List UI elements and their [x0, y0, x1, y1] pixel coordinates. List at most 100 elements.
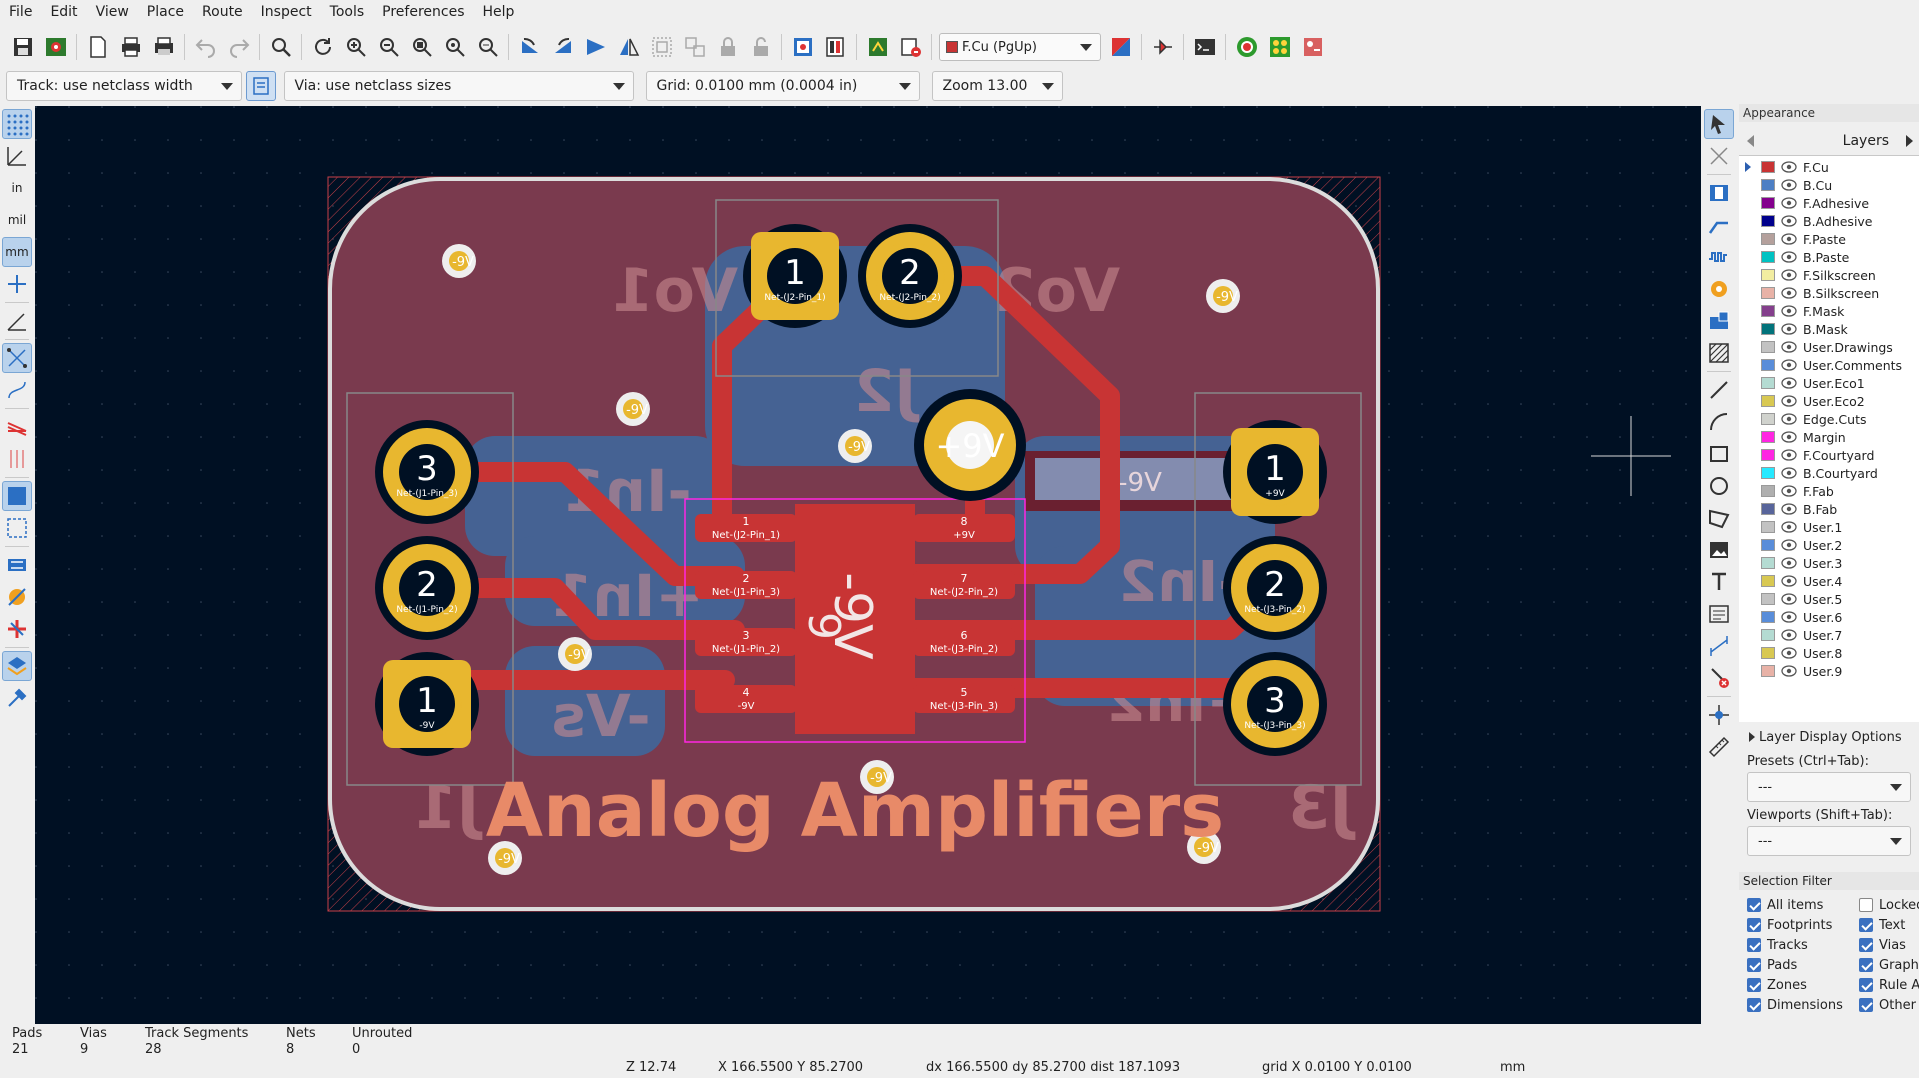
net-color-icon[interactable]: [2, 412, 32, 442]
filter-vias[interactable]: Vias: [1859, 936, 1919, 954]
layer-color-swatch[interactable]: [1761, 359, 1775, 371]
filter-pads[interactable]: Pads: [1747, 956, 1859, 974]
properties-icon[interactable]: [2, 683, 32, 713]
add-footprint-icon[interactable]: [1704, 178, 1734, 208]
menu-preferences[interactable]: Preferences: [373, 4, 473, 20]
route-track-icon[interactable]: [1704, 210, 1734, 240]
menu-tools[interactable]: Tools: [321, 4, 374, 20]
eye-icon[interactable]: [1781, 665, 1797, 677]
layer-color-swatch[interactable]: [1761, 593, 1775, 605]
flip-icon[interactable]: [581, 32, 611, 62]
redo-icon[interactable]: [224, 32, 254, 62]
polar-coords-icon[interactable]: [2, 141, 32, 171]
layer-row[interactable]: Edge.Cuts: [1739, 410, 1919, 428]
layer-row[interactable]: B.Cu: [1739, 176, 1919, 194]
eye-icon[interactable]: [1781, 503, 1797, 515]
eye-icon[interactable]: [1781, 251, 1797, 263]
layer-row[interactable]: User.3: [1739, 554, 1919, 572]
tab-layers[interactable]: Layers: [1843, 133, 1889, 149]
eye-icon[interactable]: [1781, 629, 1797, 641]
schematic-icon[interactable]: [1148, 32, 1178, 62]
filter-graphic[interactable]: Graphic: [1859, 956, 1919, 974]
zoom-fit-icon[interactable]: [407, 32, 437, 62]
eye-icon[interactable]: [1781, 341, 1797, 353]
layer-row[interactable]: User.Comments: [1739, 356, 1919, 374]
save-icon[interactable]: [8, 32, 38, 62]
tune-length-icon[interactable]: [1704, 242, 1734, 272]
lock-icon[interactable]: [713, 32, 743, 62]
eye-icon[interactable]: [1781, 449, 1797, 461]
checkbox[interactable]: [1859, 998, 1873, 1012]
eye-icon[interactable]: [1781, 521, 1797, 533]
checkbox[interactable]: [1747, 938, 1761, 952]
layer-color-swatch[interactable]: [1761, 215, 1775, 227]
footprint-checker-icon[interactable]: [1265, 32, 1295, 62]
layer-row[interactable]: F.Cu: [1739, 158, 1919, 176]
filter-text[interactable]: Text: [1859, 916, 1919, 934]
draw-line-icon[interactable]: [1704, 375, 1734, 405]
layer-row[interactable]: F.Mask: [1739, 302, 1919, 320]
layer-color-swatch[interactable]: [1761, 161, 1775, 173]
filter-other-it[interactable]: Other it: [1859, 996, 1919, 1014]
eye-icon[interactable]: [1781, 413, 1797, 425]
auto-track-width-icon[interactable]: [246, 71, 276, 101]
layer-row[interactable]: User.5: [1739, 590, 1919, 608]
filter-tracks[interactable]: Tracks: [1747, 936, 1859, 954]
layer-color-swatch[interactable]: [1761, 539, 1775, 551]
set-origin-icon[interactable]: [1704, 700, 1734, 730]
eye-icon[interactable]: [1781, 161, 1797, 173]
rotate-ccw-icon[interactable]: [515, 32, 545, 62]
track-width-select[interactable]: Track: use netclass width: [6, 71, 242, 101]
layer-selector[interactable]: F.Cu (PgUp): [939, 33, 1101, 61]
eye-icon[interactable]: [1781, 359, 1797, 371]
menu-file[interactable]: File: [0, 4, 41, 20]
layer-display-options-toggle[interactable]: Layer Display Options: [1739, 726, 1919, 748]
presets-select[interactable]: ---: [1747, 772, 1911, 802]
layer-pair-icon[interactable]: [1106, 32, 1136, 62]
eye-icon[interactable]: [1781, 215, 1797, 227]
zoom-out-icon[interactable]: [374, 32, 404, 62]
layer-color-swatch[interactable]: [1761, 287, 1775, 299]
cursor-shape-icon[interactable]: [2, 269, 32, 299]
checkbox[interactable]: [1747, 978, 1761, 992]
eye-icon[interactable]: [1781, 575, 1797, 587]
pcb-board-view[interactable]: Vo1 Vo2 J2 -In1 +In1 -Vs J1 J3 -In2 +In2…: [35, 106, 1701, 1024]
eye-icon[interactable]: [1781, 395, 1797, 407]
via-fill-icon[interactable]: [2, 582, 32, 612]
layer-color-swatch[interactable]: [1761, 197, 1775, 209]
layer-row[interactable]: User.Drawings: [1739, 338, 1919, 356]
layer-color-swatch[interactable]: [1761, 647, 1775, 659]
checkbox[interactable]: [1747, 998, 1761, 1012]
layer-color-swatch[interactable]: [1761, 629, 1775, 641]
pcb-canvas[interactable]: Vo1 Vo2 J2 -In1 +In1 -Vs J1 J3 -In2 +In2…: [35, 106, 1701, 1024]
unlock-icon[interactable]: [746, 32, 776, 62]
layer-row[interactable]: F.Courtyard: [1739, 446, 1919, 464]
curved-ratsnest-icon[interactable]: [2, 375, 32, 405]
menu-route[interactable]: Route: [193, 4, 252, 20]
undo-icon[interactable]: [191, 32, 221, 62]
add-textbox-icon[interactable]: [1704, 599, 1734, 629]
add-dimension-icon[interactable]: [1704, 631, 1734, 661]
layer-row[interactable]: User.Eco2: [1739, 392, 1919, 410]
viewports-select[interactable]: ---: [1747, 826, 1911, 856]
checkbox[interactable]: [1859, 898, 1873, 912]
mils-units-icon[interactable]: mil: [2, 205, 32, 235]
grid-toggle-icon[interactable]: [2, 109, 32, 139]
tab-scroll-right-icon[interactable]: [1906, 135, 1913, 147]
eye-icon[interactable]: [1781, 593, 1797, 605]
eye-icon[interactable]: [1781, 467, 1797, 479]
netlist-icon[interactable]: [788, 32, 818, 62]
inches-units-icon[interactable]: in: [2, 173, 32, 203]
find-icon[interactable]: [266, 32, 296, 62]
eye-icon[interactable]: [1781, 305, 1797, 317]
checkbox[interactable]: [1859, 978, 1873, 992]
layer-color-swatch[interactable]: [1761, 557, 1775, 569]
draw-rectangle-icon[interactable]: [1704, 439, 1734, 469]
eye-icon[interactable]: [1781, 539, 1797, 551]
layer-row[interactable]: B.Fab: [1739, 500, 1919, 518]
measure-angle-icon[interactable]: [2, 306, 32, 336]
ratsnest-icon[interactable]: [2, 343, 32, 373]
eye-icon[interactable]: [1781, 557, 1797, 569]
menu-place[interactable]: Place: [138, 4, 193, 20]
filter-zones[interactable]: Zones: [1747, 976, 1859, 994]
